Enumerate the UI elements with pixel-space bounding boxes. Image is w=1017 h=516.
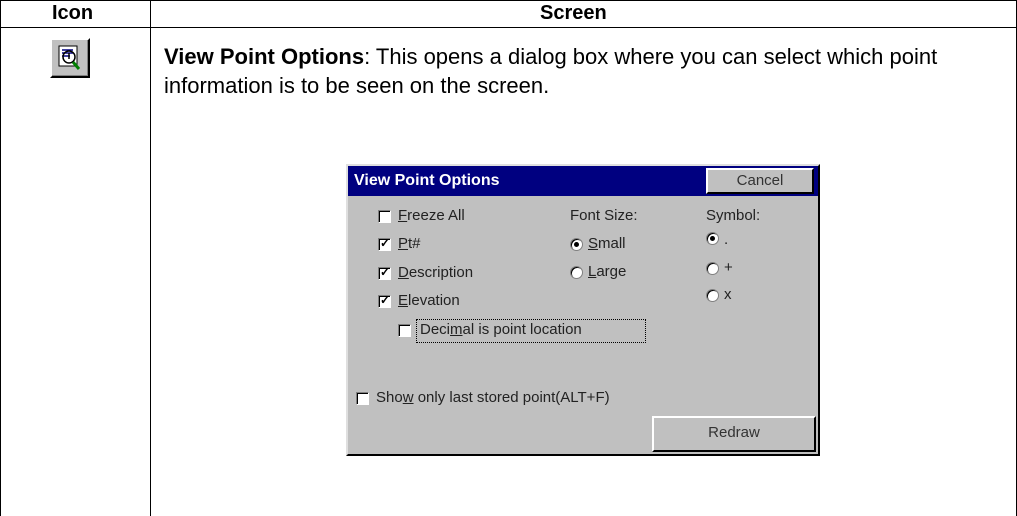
symbol-plus-radio[interactable] <box>706 262 719 275</box>
font-size-label: Font Size: <box>570 207 638 224</box>
description-label: Description <box>398 264 474 281</box>
dialog-title: View Point Options <box>354 172 500 189</box>
symbol-label: Symbol: <box>706 207 761 224</box>
symbol-dot-radio[interactable] <box>706 232 719 245</box>
symbol-x-radio[interactable] <box>706 289 719 302</box>
description-checkbox[interactable]: ✓ <box>378 265 391 280</box>
font-large-radio[interactable] <box>570 266 583 279</box>
cancel-button[interactable]: Cancel <box>706 168 814 194</box>
freeze-all-label: Freeze All <box>398 207 465 224</box>
font-small-radio[interactable] <box>570 238 583 251</box>
header-icon: Icon <box>52 2 94 24</box>
table-border-top <box>0 0 1017 1</box>
description-text: View Point Options: This opens a dialog … <box>164 42 1004 100</box>
font-small-label: Small <box>588 235 626 252</box>
view-point-options-dialog: View Point Options Cancel Freeze All ✓ P… <box>346 164 820 456</box>
elevation-label: Elevation <box>398 292 460 309</box>
font-large-label: Large <box>588 263 627 280</box>
table-column-divider <box>150 0 151 516</box>
view-point-options-button[interactable] <box>50 38 90 78</box>
pt-number-label: Pt# <box>398 235 421 252</box>
decimal-checkbox[interactable] <box>398 324 411 337</box>
table-header-divider <box>0 27 1017 28</box>
redraw-button[interactable]: Redraw <box>652 416 816 452</box>
dialog-titlebar: View Point Options Cancel <box>348 166 818 196</box>
show-last-checkbox[interactable] <box>356 392 369 405</box>
elevation-checkbox[interactable]: ✓ <box>378 293 391 308</box>
freeze-all-checkbox[interactable] <box>378 210 391 223</box>
view-point-options-icon <box>58 45 81 70</box>
symbol-x-label: x <box>724 286 732 303</box>
description-title: View Point Options <box>164 44 365 69</box>
symbol-plus-label: + <box>724 259 733 276</box>
pt-number-checkbox[interactable]: ✓ <box>378 236 391 251</box>
show-last-label: Show only last stored point(ALT+F) <box>376 389 610 406</box>
header-screen: Screen <box>540 2 607 24</box>
table-border-left <box>0 0 1 516</box>
symbol-dot-label: . <box>724 231 729 248</box>
decimal-label: Decimal is point location <box>420 321 582 338</box>
